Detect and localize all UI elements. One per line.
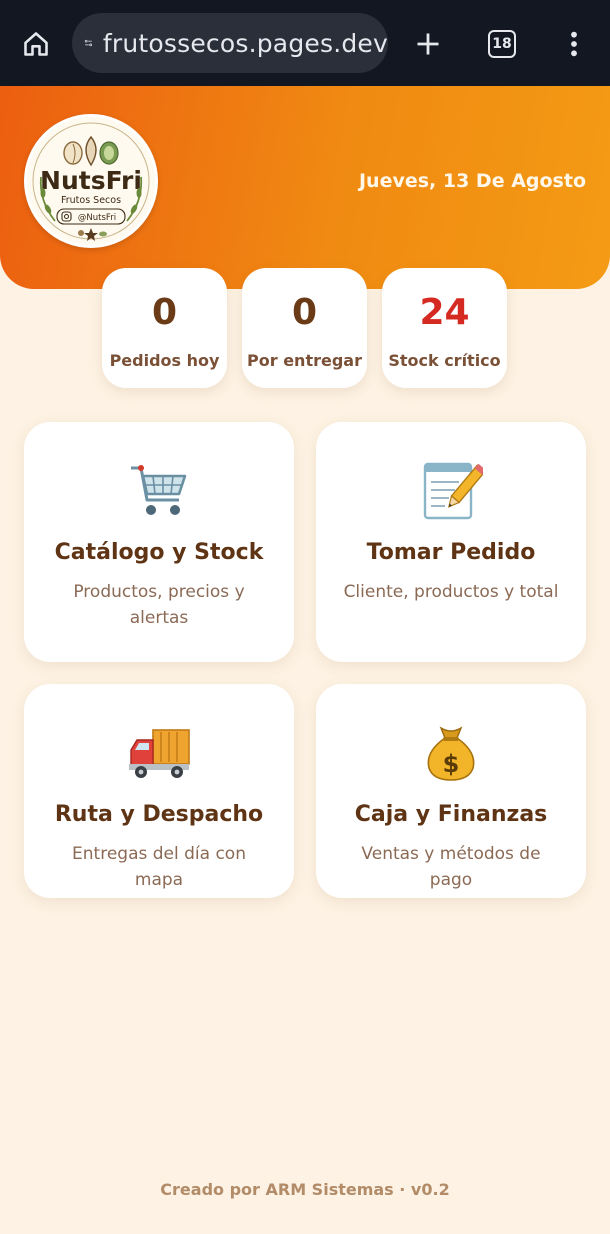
stat-label: Por entregar xyxy=(247,351,362,370)
more-vert-icon xyxy=(571,31,577,57)
module-title: Ruta y Despacho xyxy=(54,802,264,827)
module-subtitle: Productos, precios y alertas xyxy=(73,582,245,628)
shopping-cart-icon xyxy=(131,465,187,515)
module-card-tomar-pedido[interactable]: Tomar Pedido Cliente, productos y total xyxy=(316,422,586,662)
logo-handle-text: @NutsFri xyxy=(78,213,116,223)
stat-value: 0 xyxy=(291,292,318,333)
stat-card-por-entregar[interactable]: 0 Por entregar xyxy=(242,268,367,388)
home-button[interactable] xyxy=(14,22,58,66)
site-settings-icon[interactable] xyxy=(84,30,93,56)
stat-value: 0 xyxy=(151,292,178,333)
module-title: Tomar Pedido xyxy=(366,540,536,565)
brand-logo: NutsFri Frutos Secos @NutsFri xyxy=(24,114,158,248)
logo-tagline-text: Frutos Secos xyxy=(61,195,121,206)
plus-icon xyxy=(417,33,439,55)
module-card-caja-finanzas[interactable]: $ Caja y Finanzas Ventas y métodos de pa… xyxy=(316,684,586,898)
svg-text:$: $ xyxy=(443,750,460,778)
module-card-ruta-despacho[interactable]: Ruta y Despacho Entregas del día con map… xyxy=(24,684,294,898)
stat-card-pedidos-hoy[interactable]: 0 Pedidos hoy xyxy=(102,268,227,388)
module-subtitle: Entregas del día con mapa xyxy=(72,844,246,890)
home-icon xyxy=(24,32,48,56)
module-subtitle: Ventas y métodos de pago xyxy=(361,844,541,890)
delivery-truck-icon xyxy=(129,729,190,778)
tab-switcher-button[interactable]: 18 xyxy=(480,22,524,66)
footer-credit: Creado por ARM Sistemas · v0.2 xyxy=(160,1180,450,1199)
module-title: Catálogo y Stock xyxy=(54,540,264,565)
module-title: Caja y Finanzas xyxy=(354,802,548,827)
module-subtitle: Cliente, productos y total xyxy=(343,582,559,602)
url-bar[interactable]: frutossecos.pages.dev xyxy=(72,13,388,73)
module-card-catalogo[interactable]: Catálogo y Stock Productos, precios y al… xyxy=(24,422,294,662)
current-date: Jueves, 13 De Agosto xyxy=(358,170,586,192)
memo-icon xyxy=(423,462,483,520)
logo-brand-text: NutsFri xyxy=(40,166,142,195)
stat-card-stock-critico[interactable]: 24 Stock crítico xyxy=(382,268,507,388)
tab-count: 18 xyxy=(492,36,512,52)
stat-label: Pedidos hoy xyxy=(109,351,220,370)
stat-label: Stock crítico xyxy=(388,351,501,370)
url-text[interactable]: frutossecos.pages.dev xyxy=(103,29,388,58)
browser-toolbar: frutossecos.pages.dev 18 xyxy=(0,0,610,86)
tabs-icon: 18 xyxy=(488,30,516,58)
stat-value-critical: 24 xyxy=(419,292,470,333)
money-bag-icon: $ xyxy=(427,726,475,781)
new-tab-button[interactable] xyxy=(406,22,450,66)
browser-menu-button[interactable] xyxy=(552,22,596,66)
